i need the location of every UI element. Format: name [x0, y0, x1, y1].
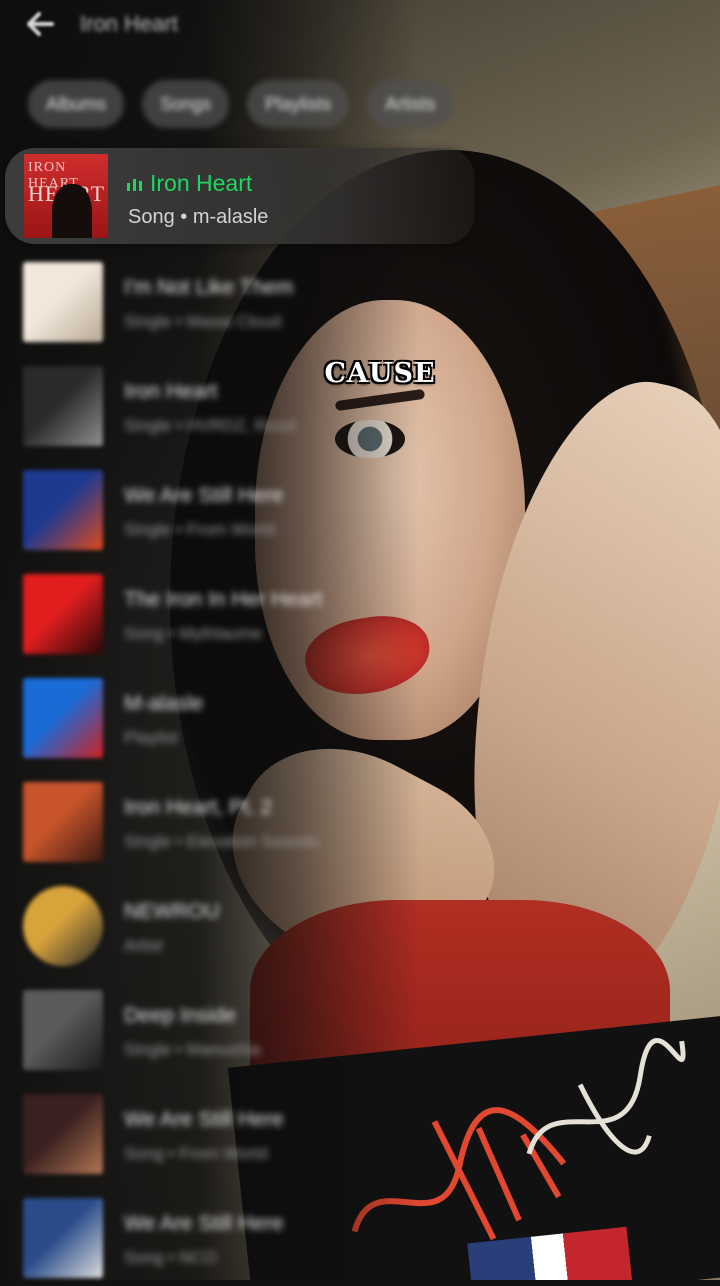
- list-item-art: [23, 782, 103, 862]
- track-subtitle: Song • m-alasle: [128, 206, 269, 228]
- now-playing-row[interactable]: IRON HEART HEART Iron Heart Song • m-ala…: [5, 148, 475, 244]
- list-item-title: I'm Not Like Them: [124, 276, 294, 299]
- chip-songs[interactable]: Songs: [142, 80, 230, 128]
- list-item-title: NEWROU: [124, 900, 220, 923]
- chip-artists[interactable]: Artists: [367, 80, 454, 128]
- list-item-title: Iron Heart: [124, 380, 218, 403]
- header: Iron Heart: [22, 6, 178, 42]
- list-item-art: [23, 1094, 103, 1174]
- list-item-subtitle: Single • From World: [124, 520, 276, 539]
- list-item-subtitle: Artist: [124, 936, 163, 955]
- list-item-subtitle: Single • Manushia: [124, 1040, 261, 1059]
- list-item-title: Iron Heart, Pt. 2: [124, 796, 273, 819]
- list-item-subtitle: Single • Elevation Sounds: [124, 832, 319, 851]
- list-item[interactable]: We Are Still Here Song • NCO: [0, 1194, 520, 1286]
- list-item[interactable]: Iron Heart, Pt. 2 Single • Elevation Soun…: [0, 778, 520, 870]
- list-item-title: Deep Inside: [124, 1004, 237, 1027]
- list-item[interactable]: Deep Inside Single • Manushia: [0, 986, 520, 1078]
- list-item[interactable]: M-alasle Playlist: [0, 674, 520, 766]
- list-item-subtitle: Song • NCO: [124, 1248, 217, 1267]
- list-item-art: [23, 990, 103, 1070]
- list-item[interactable]: NEWROU Artist: [0, 882, 520, 974]
- list-item-art: [23, 1198, 103, 1278]
- list-item-art: [23, 366, 103, 446]
- list-item-title: M-alasle: [124, 692, 204, 715]
- track-title: Iron Heart: [150, 170, 253, 196]
- list-item[interactable]: We Are Still Here Song • From World: [0, 1090, 520, 1182]
- track-title-wrap: Iron Heart: [127, 170, 252, 197]
- list-item-art: [23, 574, 103, 654]
- list-item-art: [23, 886, 103, 966]
- arrow-left-icon[interactable]: [22, 6, 58, 42]
- list-item-subtitle: Single • Masai Cloud: [124, 312, 282, 331]
- list-item-art: [23, 678, 103, 758]
- search-query[interactable]: Iron Heart: [80, 11, 178, 37]
- list-item-art: [23, 262, 103, 342]
- list-item-title: The Iron In Her Heart: [124, 588, 323, 611]
- list-item-art: [23, 470, 103, 550]
- list-item[interactable]: We Are Still Here Single • From World: [0, 466, 520, 558]
- list-item-title: We Are Still Here: [124, 1212, 284, 1235]
- album-art: IRON HEART HEART: [24, 154, 108, 238]
- list-item[interactable]: The Iron In Her Heart Song • Mythlaume: [0, 570, 520, 662]
- list-item-title: We Are Still Here: [124, 484, 284, 507]
- list-item-subtitle: Song • From World: [124, 1144, 268, 1163]
- list-item[interactable]: Iron Heart Single • HVRDZ, Rxzzl: [0, 362, 520, 454]
- filter-chips: Albums Songs Playlists Artists: [28, 80, 454, 128]
- chip-albums[interactable]: Albums: [28, 80, 125, 128]
- list-item-title: We Are Still Here: [124, 1108, 284, 1131]
- list-item-subtitle: Playlist: [124, 728, 178, 747]
- list-item-subtitle: Song • Mythlaume: [124, 624, 263, 643]
- list-item[interactable]: I'm Not Like Them Single • Masai Cloud: [0, 258, 520, 350]
- list-item-subtitle: Single • HVRDZ, Rxzzl: [124, 416, 297, 435]
- chip-playlists[interactable]: Playlists: [247, 80, 350, 128]
- equalizer-icon: [127, 177, 142, 191]
